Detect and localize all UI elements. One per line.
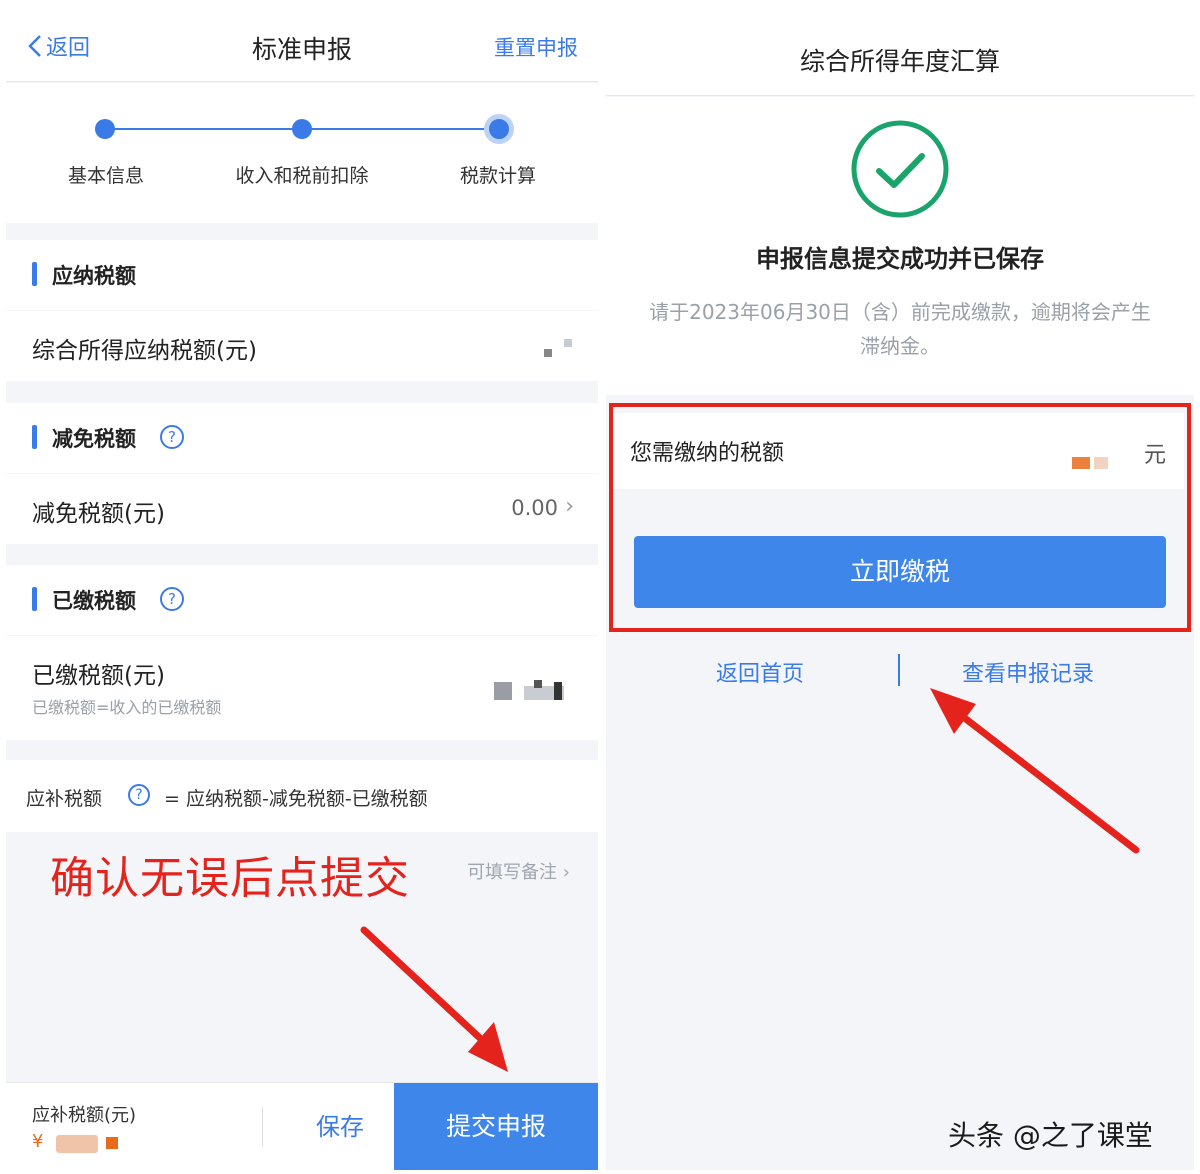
save-button[interactable]: 保存 (286, 1083, 394, 1170)
step-line (106, 128, 302, 130)
highlight-frame (609, 403, 1191, 632)
remark-link[interactable]: 可填写备注 › (467, 858, 570, 884)
records-link[interactable]: 查看申报记录 (962, 656, 1094, 688)
link-divider (898, 654, 900, 686)
progress-stepper: 基本信息 收入和税前扣除 税款计算 (6, 83, 598, 223)
submit-button[interactable]: 提交申报 (394, 1083, 598, 1170)
section-bar (32, 262, 37, 286)
home-link[interactable]: 返回首页 (716, 656, 804, 688)
section-title: 已缴税额 (52, 589, 136, 613)
step-dot-active (484, 114, 514, 144)
reduction-row[interactable]: 减免税额(元) 0.00 › (6, 474, 598, 544)
success-title: 申报信息提交成功并已保存 (756, 245, 1044, 273)
section-bar (32, 587, 37, 611)
blurred-value (544, 349, 552, 357)
currency-symbol: ¥ (32, 1131, 44, 1152)
formula-row: 应补税额 ? = 应纳税额-减免税额-已缴税额 (6, 760, 598, 832)
success-description: 请于2023年06月30日（含）前完成缴款，逾期将会产生滞纳金。 (649, 300, 1151, 358)
section-paid: 已缴税额 ? (6, 565, 598, 635)
step-label: 基本信息 (67, 165, 144, 187)
nav-header: 综合所得年度汇算 (606, 0, 1194, 96)
step-dot (95, 119, 115, 139)
reset-button[interactable]: 重置申报 (494, 32, 578, 62)
paid-label: 已缴税额(元) (32, 663, 165, 689)
chevron-right-icon: › (565, 494, 574, 519)
section-title: 减免税额 (52, 427, 136, 451)
formula-label: 应补税额 (26, 788, 103, 810)
question-icon[interactable]: ? (128, 784, 150, 806)
page-title: 综合所得年度汇算 (799, 47, 1000, 76)
remark-hint: 可填写备注 (467, 862, 558, 883)
bottom-action-bar: 应补税额(元) ¥ 保存 提交申报 (6, 1082, 598, 1170)
blurred-amount (106, 1137, 118, 1149)
payable-label: 综合所得应纳税额(元) (32, 338, 257, 364)
payment-box: 您需缴纳的税额 元 立即缴税 (606, 403, 1194, 632)
step-label: 收入和税前扣除 (235, 165, 369, 187)
blurred-value (494, 682, 512, 700)
question-icon[interactable]: ? (160, 587, 184, 611)
blurred-value (534, 680, 542, 688)
section-title: 应纳税额 (52, 264, 136, 288)
watermark: 头条 @之了课堂 (948, 1119, 1153, 1152)
formula-expression: = 应纳税额-减免税额-已缴税额 (164, 788, 428, 810)
step-dot (292, 119, 312, 139)
annotation-text: 确认无误后点提交 (50, 853, 410, 904)
reduction-value: 0.00 (511, 496, 558, 520)
section-bar (32, 425, 37, 449)
payable-row: 综合所得应纳税额(元) (6, 311, 598, 381)
paid-sub: 已缴税额=收入的已缴税额 (32, 698, 222, 717)
paid-row: 已缴税额(元) 已缴税额=收入的已缴税额 (6, 636, 598, 740)
success-panel: 申报信息提交成功并已保存 请于2023年06月30日（含）前完成缴款，逾期将会产… (606, 97, 1194, 395)
blurred-value (554, 682, 562, 700)
divider (262, 1107, 263, 1147)
blurred-value (564, 339, 572, 347)
footer-links: 返回首页 查看申报记录 (606, 640, 1194, 700)
check-circle-icon (851, 120, 949, 218)
right-screen: 综合所得年度汇算 申报信息提交成功并已保存 请于2023年06月30日（含）前完… (606, 0, 1194, 1170)
question-icon[interactable]: ? (160, 425, 184, 449)
step-label: 税款计算 (459, 165, 536, 187)
due-label: 应补税额(元) (32, 1105, 137, 1126)
section-reduction: 减免税额 ? (6, 403, 598, 473)
nav-header: 返回 标准申报 重置申报 (6, 0, 598, 82)
section-payable: 应纳税额 (6, 240, 598, 310)
left-screen: 返回 标准申报 重置申报 基本信息 收入和税前扣除 税款计算 应纳税额 综合所得… (6, 0, 598, 1170)
step-line (302, 128, 498, 130)
blurred-amount (56, 1135, 98, 1153)
reduction-label: 减免税额(元) (32, 501, 165, 527)
chevron-right-icon: › (562, 862, 570, 883)
